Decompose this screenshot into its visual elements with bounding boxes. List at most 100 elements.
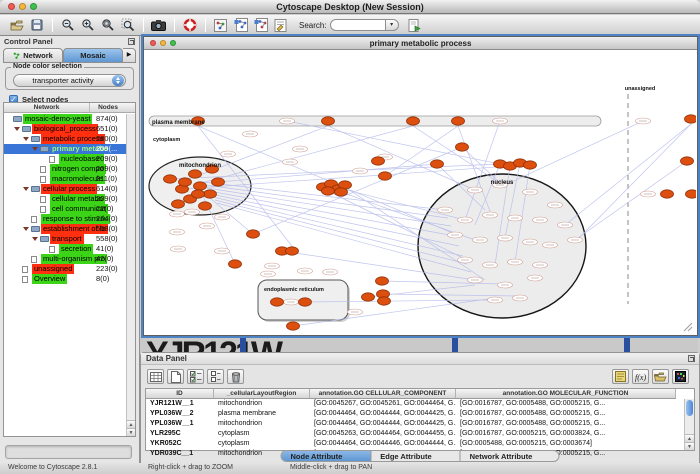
resize-grip-icon[interactable] — [684, 323, 692, 331]
table-cell[interactable]: [GO:0016787, GO:0005488, GO:0005215, G..… — [456, 419, 676, 429]
table-cell[interactable]: [GO:0045263, GO:0044464, GO:0044455, G..… — [310, 429, 456, 439]
tree-row[interactable]: secretion41(0) — [4, 244, 126, 254]
tree-row-label[interactable]: biological_process — [32, 124, 98, 134]
network-node[interactable] — [189, 170, 202, 178]
unselect-attributes-icon[interactable] — [207, 369, 224, 384]
table-cell[interactable]: cytoplasm — [214, 429, 310, 439]
table-cell[interactable]: plasma membrane — [214, 409, 310, 419]
table-row[interactable]: YPL036W__1mitochondrion[GO:0044464, GO:0… — [146, 419, 694, 429]
minimize-button[interactable] — [160, 40, 166, 46]
tree-column-network[interactable]: Network — [4, 103, 90, 112]
table-cell[interactable]: mitochondrion — [214, 419, 310, 429]
tab-network[interactable]: Network — [3, 48, 63, 63]
import-attributes-icon[interactable] — [652, 369, 669, 384]
tree-row-label[interactable]: Overview — [32, 274, 67, 284]
close-button[interactable] — [150, 40, 156, 46]
attribute-table-icon[interactable] — [147, 369, 164, 384]
network-node[interactable] — [681, 157, 694, 165]
table-cell[interactable]: YJR121W__1 — [146, 399, 214, 409]
expander-icon[interactable] — [14, 127, 20, 131]
expander-icon[interactable] — [23, 227, 29, 231]
tree-row[interactable]: biological_process651(0) — [4, 124, 126, 134]
network-node[interactable] — [407, 117, 420, 125]
tree-row[interactable]: metabolic process280(0) — [4, 134, 126, 144]
table-cell[interactable]: [GO:0016787, GO:0005488, GO:0005215, G..… — [456, 409, 676, 419]
zoom-selected-icon[interactable] — [118, 17, 137, 34]
network-node[interactable] — [431, 160, 444, 168]
table-cell[interactable]: [GO:0016787, GO:0005215, GO:0003824, G..… — [456, 429, 676, 439]
table-column-header[interactable]: ID — [146, 389, 214, 399]
tree-row[interactable]: mosaic-demo-yeast874(0) — [4, 114, 126, 124]
tree-row[interactable]: response to stimulu264(0) — [4, 214, 126, 224]
search-config-icon[interactable] — [405, 17, 424, 34]
table-row[interactable]: YLR295Ccytoplasm[GO:0045263, GO:0044464,… — [146, 429, 694, 439]
new-attribute-icon[interactable] — [167, 369, 184, 384]
table-column-header[interactable]: annotation.GO CELLULAR_COMPONENT — [310, 389, 456, 399]
table-cell[interactable]: [GO:0045267, GO:0045261, GO:0044464, G..… — [310, 399, 456, 409]
table-cell[interactable]: YPL036W__2 — [146, 409, 214, 419]
table-column-header[interactable]: annotation.GO MOLECULAR_FUNCTION — [456, 389, 676, 399]
network-overview-icon[interactable] — [211, 17, 230, 34]
scrollbar-thumb[interactable] — [686, 400, 693, 416]
layout-icon[interactable] — [231, 17, 250, 34]
scroll-down-icon[interactable]: ▼ — [127, 428, 135, 436]
tab-node-attribute-browser[interactable]: Node Attribute Browser — [282, 451, 372, 461]
float-panel-icon[interactable] — [128, 38, 135, 45]
network-node[interactable] — [379, 172, 392, 180]
network-node[interactable] — [362, 293, 375, 301]
tree-row[interactable]: transport558(0) — [4, 234, 126, 244]
help-icon[interactable] — [180, 17, 199, 34]
search-dropdown-icon[interactable]: ▾ — [386, 19, 399, 31]
network-view-window[interactable]: primary metabolic process plasma membran… — [143, 36, 698, 336]
zoom-window-button[interactable] — [30, 3, 37, 10]
tree-row[interactable]: macromolecule311(0) — [4, 174, 126, 184]
tree-row-label[interactable]: mosaic-demo-yeast — [23, 114, 92, 124]
network-node[interactable] — [322, 117, 335, 125]
scroll-up-icon[interactable]: ▲ — [127, 420, 135, 428]
network-node[interactable] — [685, 115, 697, 123]
table-cell[interactable]: YKR052C — [146, 439, 214, 449]
network-node[interactable] — [179, 178, 192, 186]
node-color-dropdown[interactable]: transporter activity — [13, 74, 126, 87]
table-cell[interactable]: [GO:0044464, GO:0044444, GO:0044425, G..… — [310, 409, 456, 419]
zoom-out-icon[interactable] — [58, 17, 77, 34]
network-window-titlebar[interactable]: primary metabolic process — [144, 37, 697, 50]
tree-row[interactable]: multi-organism pro42(0) — [4, 254, 126, 264]
nucleus-region[interactable] — [418, 174, 586, 318]
tree-row[interactable]: nucleobase-209(0) — [4, 154, 126, 164]
table-cell[interactable]: [GO:0044464, GO:0044446, GO:0044444, G..… — [310, 439, 456, 449]
tree-scrollbar[interactable]: ▲ ▼ — [126, 114, 135, 436]
tab-overflow-button[interactable]: ▶ — [123, 48, 136, 63]
tree-row[interactable]: primary metabo209(... — [4, 144, 126, 154]
table-column-header[interactable]: _cellularLayoutRegion — [214, 389, 310, 399]
tree-row[interactable]: cellular process614(0) — [4, 184, 126, 194]
tree-column-nodes[interactable]: Nodes — [90, 103, 126, 112]
table-row[interactable]: YKR052Ccytoplasm[GO:0044464, GO:0044446,… — [146, 439, 694, 449]
network-node[interactable] — [172, 200, 185, 208]
table-cell[interactable]: mitochondrion — [214, 399, 310, 409]
network-node[interactable] — [661, 190, 674, 198]
table-cell[interactable]: YPL036W__1 — [146, 419, 214, 429]
table-cell[interactable]: [GO:0016787, GO:0005488, GO:0005215, G..… — [456, 399, 676, 409]
open-session-icon[interactable] — [7, 17, 26, 34]
note-icon[interactable] — [612, 369, 629, 384]
table-cell[interactable]: YDR039C__1 — [146, 449, 214, 459]
minimize-button[interactable] — [19, 3, 26, 10]
formula-icon[interactable]: f(x) — [632, 369, 649, 384]
network-node[interactable] — [335, 188, 348, 196]
network-node[interactable] — [452, 117, 465, 125]
window-titlebar[interactable]: Cytoscape Desktop (New Session) — [0, 0, 700, 14]
table-cell[interactable]: [GO:0044464, GO:0044444, GO:0044425, G..… — [310, 419, 456, 429]
network-node[interactable] — [299, 298, 312, 306]
expander-icon[interactable] — [32, 237, 38, 241]
tree-row[interactable]: nitrogen compo209(0) — [4, 164, 126, 174]
network-node[interactable] — [271, 298, 284, 306]
network-node[interactable] — [524, 161, 537, 169]
select-attributes-icon[interactable] — [187, 369, 204, 384]
scroll-up-icon[interactable]: ▲ — [685, 434, 694, 442]
zoom-in-icon[interactable] — [78, 17, 97, 34]
network-node[interactable] — [204, 190, 217, 198]
network-node[interactable] — [376, 277, 389, 285]
table-scrollbar[interactable]: ▲ ▼ — [684, 399, 694, 450]
scroll-down-icon[interactable]: ▼ — [685, 442, 694, 450]
